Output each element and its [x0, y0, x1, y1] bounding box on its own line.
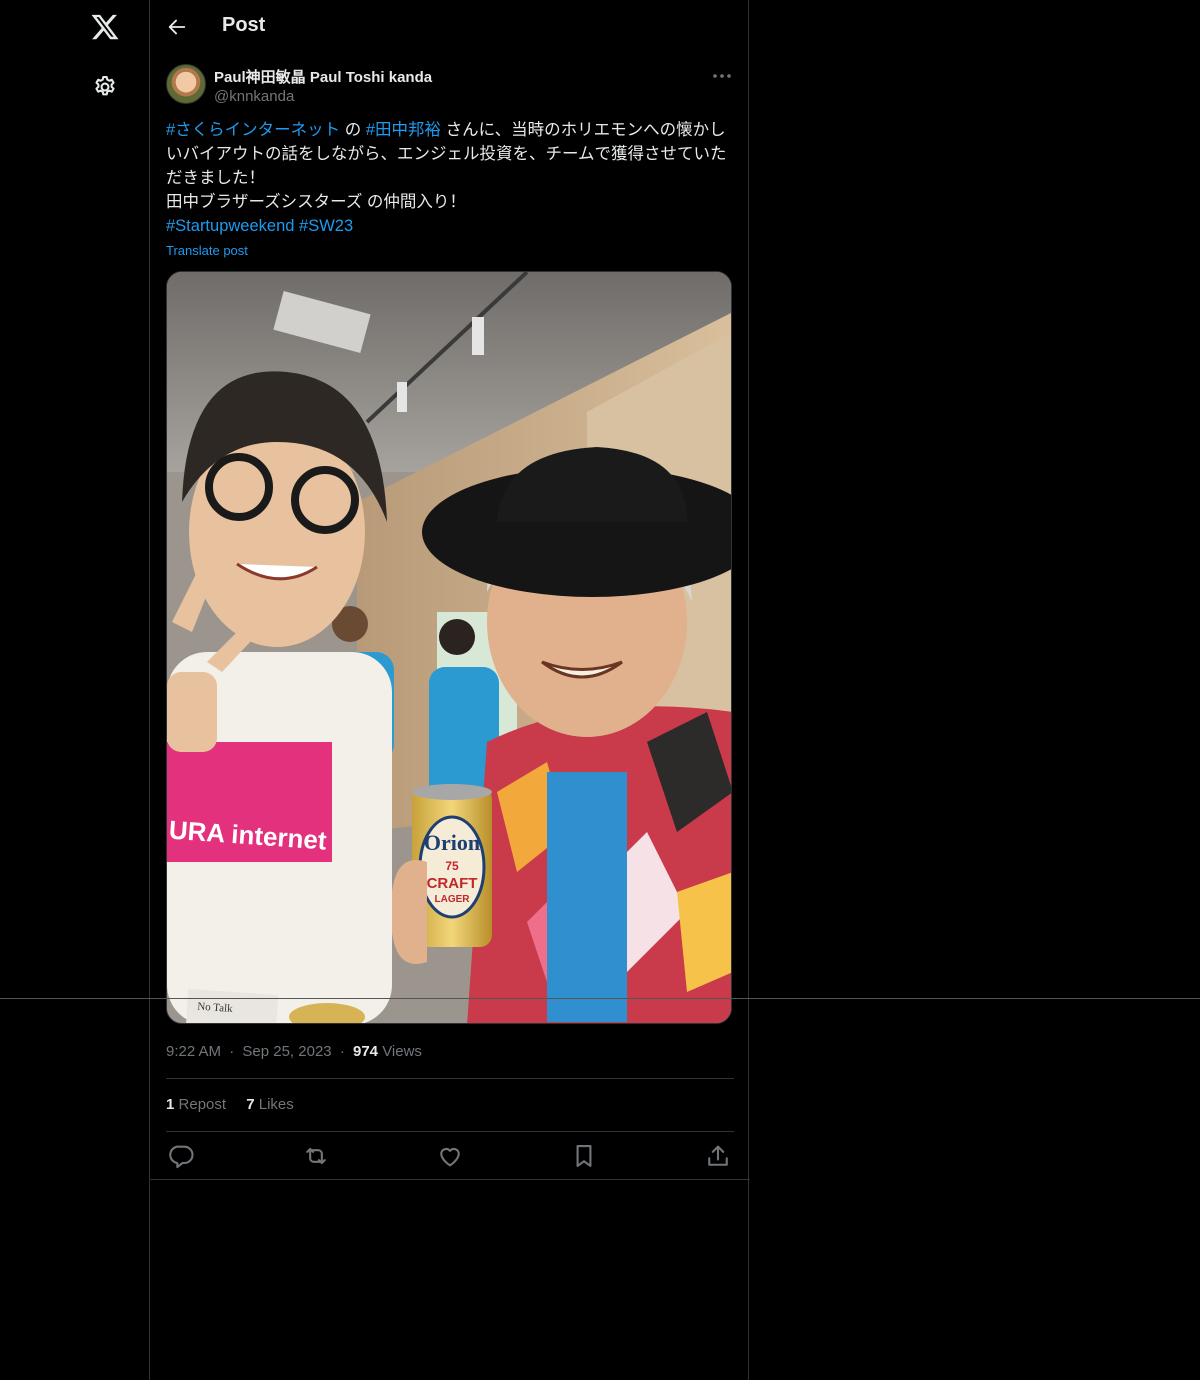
post-text: #さくらインターネット の #田中邦裕 さんに、当時のホリエモンへの懐かしいバイ… — [166, 118, 734, 238]
left-rail — [0, 0, 150, 1380]
hashtag-link[interactable]: #Startupweekend — [166, 217, 294, 235]
can-brand-text: Orion — [424, 830, 480, 855]
likes-label: Likes — [258, 1096, 294, 1113]
hashtag-link[interactable]: #田中邦裕 — [366, 121, 441, 139]
post-time[interactable]: 9:22 AM — [166, 1043, 221, 1060]
divider — [166, 1131, 734, 1132]
hashtag-link[interactable]: #さくらインターネット — [166, 121, 340, 139]
repost-icon[interactable] — [302, 1142, 330, 1170]
badge-text: No Talk — [197, 1001, 234, 1015]
reply-icon[interactable] — [168, 1142, 196, 1170]
meta-separator: · — [339, 1043, 345, 1060]
likes-stat[interactable]: 7 Likes — [246, 1096, 294, 1113]
hashtag-link[interactable]: #SW23 — [299, 217, 353, 235]
heart-icon[interactable] — [436, 1142, 464, 1170]
x-logo-icon[interactable] — [90, 12, 120, 42]
views-label: Views — [382, 1043, 422, 1060]
post-date[interactable]: Sep 25, 2023 — [242, 1043, 331, 1060]
reposts-count: 1 — [166, 1096, 175, 1113]
divider — [166, 1078, 734, 1079]
viewport-guide-line — [0, 998, 1200, 999]
post-column: Post Paul神田敏晶 Paul Toshi kanda @knnkanda… — [149, 0, 750, 1380]
can-line1-text: CRAFT — [427, 875, 478, 892]
back-arrow-icon[interactable] — [166, 16, 188, 38]
views-count: 974 — [352, 1043, 379, 1060]
reposts-stat[interactable]: 1 Repost — [166, 1096, 226, 1113]
action-bar — [166, 1142, 734, 1170]
bookmark-icon[interactable] — [570, 1142, 598, 1170]
translate-post-link[interactable]: Translate post — [166, 243, 248, 258]
likes-count: 7 — [246, 1096, 255, 1113]
gear-icon[interactable] — [92, 74, 118, 100]
share-icon[interactable] — [704, 1142, 732, 1170]
more-icon[interactable] — [710, 68, 734, 84]
author-handle[interactable]: @knnkanda — [214, 88, 294, 105]
divider — [150, 1179, 750, 1180]
post-author: Paul神田敏晶 Paul Toshi kanda @knnkanda — [166, 64, 734, 108]
page: Post Paul神田敏晶 Paul Toshi kanda @knnkanda… — [0, 0, 1200, 1380]
post-stats: 1 Repost 7 Likes — [166, 1096, 310, 1113]
post-text-segment: の — [340, 121, 366, 139]
avatar[interactable] — [166, 64, 206, 104]
post-header: Post — [150, 0, 750, 54]
page-title: Post — [222, 14, 266, 36]
post-meta: 9:22 AM · Sep 25, 2023 · 974 Views — [166, 1043, 422, 1060]
reposts-label: Repost — [178, 1096, 227, 1113]
photo-illustration: URA internet No Talk Orion 75 CRAFT LAGE… — [167, 272, 731, 1023]
can-number-text: 75 — [445, 859, 459, 873]
meta-separator: · — [229, 1043, 235, 1060]
author-display-name[interactable]: Paul神田敏晶 Paul Toshi kanda — [214, 66, 432, 87]
can-line2-text: LAGER — [435, 894, 471, 905]
post-photo[interactable]: URA internet No Talk Orion 75 CRAFT LAGE… — [166, 271, 732, 1024]
